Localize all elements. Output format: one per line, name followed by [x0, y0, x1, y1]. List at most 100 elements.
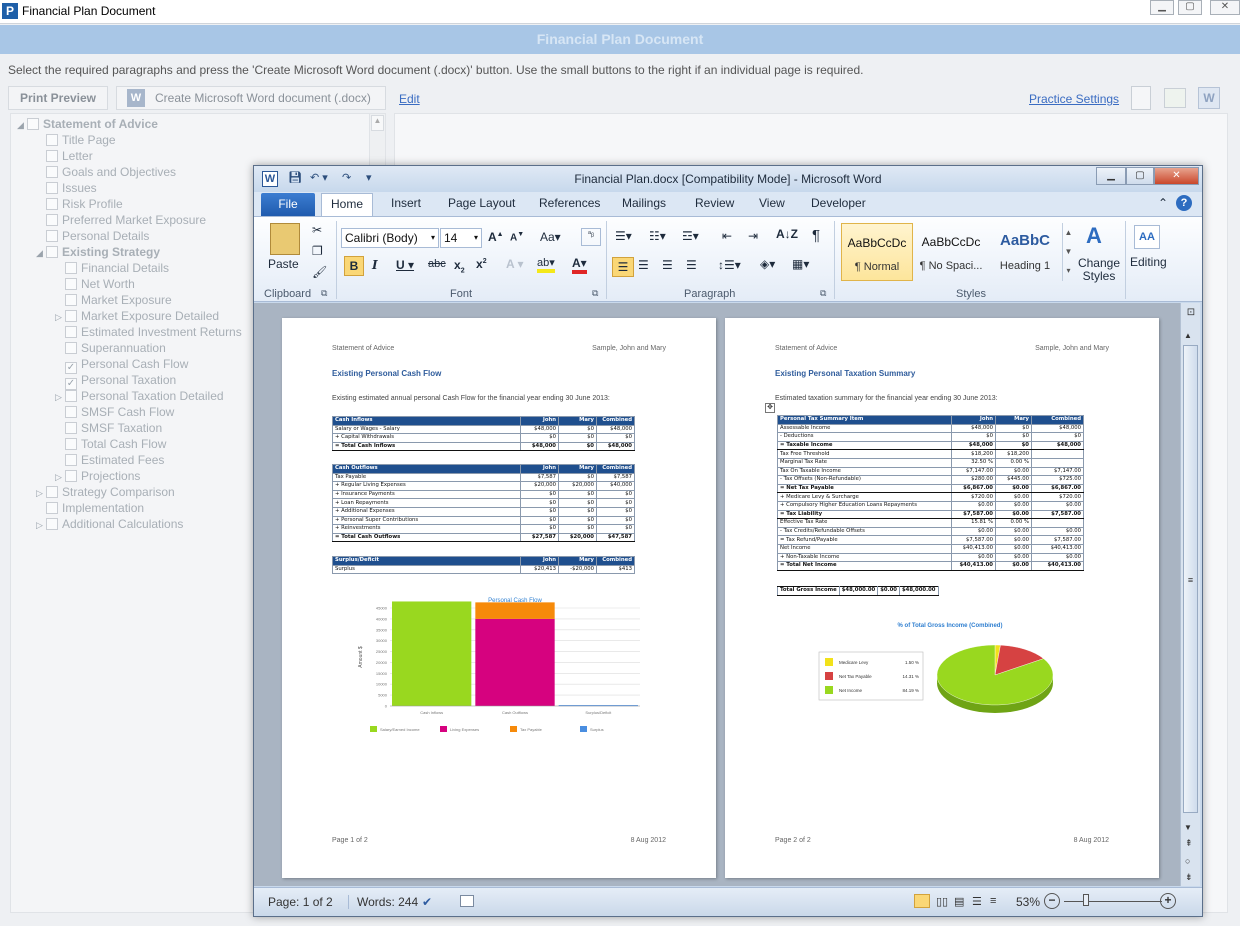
checkbox[interactable]: [65, 406, 77, 418]
checkbox[interactable]: [46, 230, 58, 242]
checkbox[interactable]: [46, 486, 58, 498]
tree-item[interactable]: Estimated Fees: [55, 452, 164, 468]
checkbox[interactable]: [65, 342, 77, 354]
tree-item[interactable]: Letter: [36, 148, 93, 164]
align-right-icon[interactable]: ☰: [662, 258, 673, 272]
tab-home[interactable]: Home: [321, 193, 373, 217]
change-case-icon[interactable]: Aa▾: [540, 230, 561, 244]
expander-icon[interactable]: ◢: [17, 117, 27, 133]
checkbox[interactable]: [65, 310, 77, 322]
checkbox[interactable]: [46, 150, 58, 162]
tree-item[interactable]: Goals and Objectives: [36, 164, 176, 180]
checkbox[interactable]: [65, 326, 77, 338]
create-docx-button[interactable]: W Create Microsoft Word document (.docx): [116, 86, 386, 110]
clear-formatting-icon[interactable]: ᵃᵦ: [581, 228, 601, 246]
sort-icon[interactable]: A↓Z: [776, 227, 798, 241]
checkbox[interactable]: [65, 390, 77, 402]
minimize-ribbon-icon[interactable]: ⌃: [1158, 196, 1168, 210]
checkbox[interactable]: [46, 518, 58, 530]
tree-item[interactable]: Preferred Market Exposure: [36, 212, 206, 228]
proofing-icon[interactable]: ✔: [422, 895, 432, 909]
tab-insert[interactable]: Insert: [391, 196, 421, 210]
tree-item[interactable]: Title Page: [36, 132, 116, 148]
print-layout-icon[interactable]: [914, 894, 930, 908]
outline-icon[interactable]: ☰: [972, 895, 982, 908]
word-minimize-icon[interactable]: ▁: [1096, 167, 1126, 185]
clipboard-launcher-icon[interactable]: ⧉: [321, 288, 327, 299]
zoom-in-icon[interactable]: +: [1160, 893, 1176, 909]
decrease-indent-icon[interactable]: ⇤: [722, 229, 732, 243]
paste-icon[interactable]: [270, 223, 300, 255]
checkbox[interactable]: [65, 262, 77, 274]
edit-link[interactable]: Edit: [399, 92, 420, 106]
tree-item[interactable]: ▷ Projections: [55, 468, 140, 484]
image-icon[interactable]: [1164, 88, 1186, 108]
tree-item[interactable]: ✓ Personal Taxation: [55, 372, 176, 390]
clipboard-icon[interactable]: [1131, 86, 1151, 110]
document-scrollbar[interactable]: ⊡ ▲ ≡ ▼ ⇞ ○ ⇟: [1180, 303, 1200, 886]
editing-button[interactable]: Editing: [1130, 255, 1167, 269]
checkbox[interactable]: [46, 134, 58, 146]
tree-item[interactable]: Risk Profile: [36, 196, 123, 212]
document-page-2[interactable]: Statement of Advice Sample, John and Mar…: [725, 318, 1159, 878]
justify-icon[interactable]: ☰: [686, 258, 697, 272]
maximize-icon[interactable]: ▢: [1178, 0, 1202, 15]
format-painter-icon[interactable]: 🖌︎: [312, 265, 327, 279]
checkbox[interactable]: [46, 214, 58, 226]
font-color-icon[interactable]: A▾: [572, 256, 587, 274]
practice-settings-link[interactable]: Practice Settings: [1029, 92, 1119, 106]
tree-item[interactable]: Market Exposure: [55, 292, 172, 308]
show-formatting-icon[interactable]: ¶: [812, 227, 820, 244]
checkbox[interactable]: [46, 182, 58, 194]
macro-icon[interactable]: [460, 895, 474, 907]
tab-view[interactable]: View: [759, 196, 785, 210]
word-count[interactable]: Words: 244: [348, 895, 418, 909]
tab-developer[interactable]: Developer: [811, 196, 866, 210]
expander-icon[interactable]: ▷: [55, 309, 65, 325]
increase-indent-icon[interactable]: ⇥: [748, 229, 758, 243]
style-normal[interactable]: AaBbCcDc ¶ Normal: [841, 223, 913, 281]
tree-item[interactable]: ◢ Statement of Advice: [17, 116, 158, 132]
word-page-icon[interactable]: W: [1198, 87, 1220, 109]
zoom-out-icon[interactable]: −: [1044, 893, 1060, 909]
italic-button[interactable]: I: [372, 258, 378, 272]
word-close-icon[interactable]: ✕: [1154, 167, 1199, 185]
bold-button[interactable]: B: [344, 256, 364, 276]
tree-item[interactable]: ▷ Strategy Comparison: [36, 484, 175, 500]
checkbox[interactable]: [65, 470, 77, 482]
checkbox[interactable]: [65, 454, 77, 466]
copy-icon[interactable]: ❐: [312, 244, 323, 258]
checkbox[interactable]: [65, 294, 77, 306]
print-preview-button[interactable]: Print Preview: [8, 86, 108, 110]
style-heading-1[interactable]: AaBbC Heading 1: [989, 223, 1061, 281]
tree-item[interactable]: Estimated Investment Returns: [55, 324, 242, 340]
change-styles-button[interactable]: Change Styles: [1076, 257, 1122, 283]
strikethrough-button[interactable]: abc: [428, 258, 446, 270]
underline-button[interactable]: U ▾: [396, 258, 414, 272]
checkbox[interactable]: [65, 438, 77, 450]
document-page-1[interactable]: Statement of Advice Sample, John and Mar…: [282, 318, 716, 878]
checkbox[interactable]: [27, 118, 39, 130]
tree-item[interactable]: SMSF Cash Flow: [55, 404, 174, 420]
find-icon[interactable]: AA: [1134, 225, 1160, 249]
paste-button[interactable]: Paste: [268, 257, 299, 271]
tab-file[interactable]: File: [261, 193, 315, 216]
tree-item[interactable]: Issues: [36, 180, 97, 196]
multilevel-list-icon[interactable]: ☲▾: [682, 229, 699, 243]
align-left-icon[interactable]: ☰: [612, 257, 634, 277]
align-center-icon[interactable]: ☰: [638, 258, 649, 272]
tree-item[interactable]: SMSF Taxation: [55, 420, 162, 436]
tree-item[interactable]: ▷ Market Exposure Detailed: [55, 308, 219, 324]
tree-item[interactable]: Implementation: [36, 500, 144, 516]
shrink-font-icon[interactable]: A▼: [510, 231, 524, 243]
font-size-select[interactable]: 14 ▾: [440, 228, 482, 248]
cut-icon[interactable]: ✂: [312, 223, 322, 237]
help-icon[interactable]: ?: [1176, 195, 1192, 211]
tree-item[interactable]: Financial Details: [55, 260, 169, 276]
tab-page-layout[interactable]: Page Layout: [448, 196, 515, 210]
tab-review[interactable]: Review: [695, 196, 734, 210]
style-no-spacing[interactable]: AaBbCcDc ¶ No Spaci...: [915, 223, 987, 281]
tree-item[interactable]: ▷ Personal Taxation Detailed: [55, 388, 224, 404]
shading-icon[interactable]: ◈▾: [760, 257, 775, 271]
tree-item[interactable]: Superannuation: [55, 340, 166, 356]
